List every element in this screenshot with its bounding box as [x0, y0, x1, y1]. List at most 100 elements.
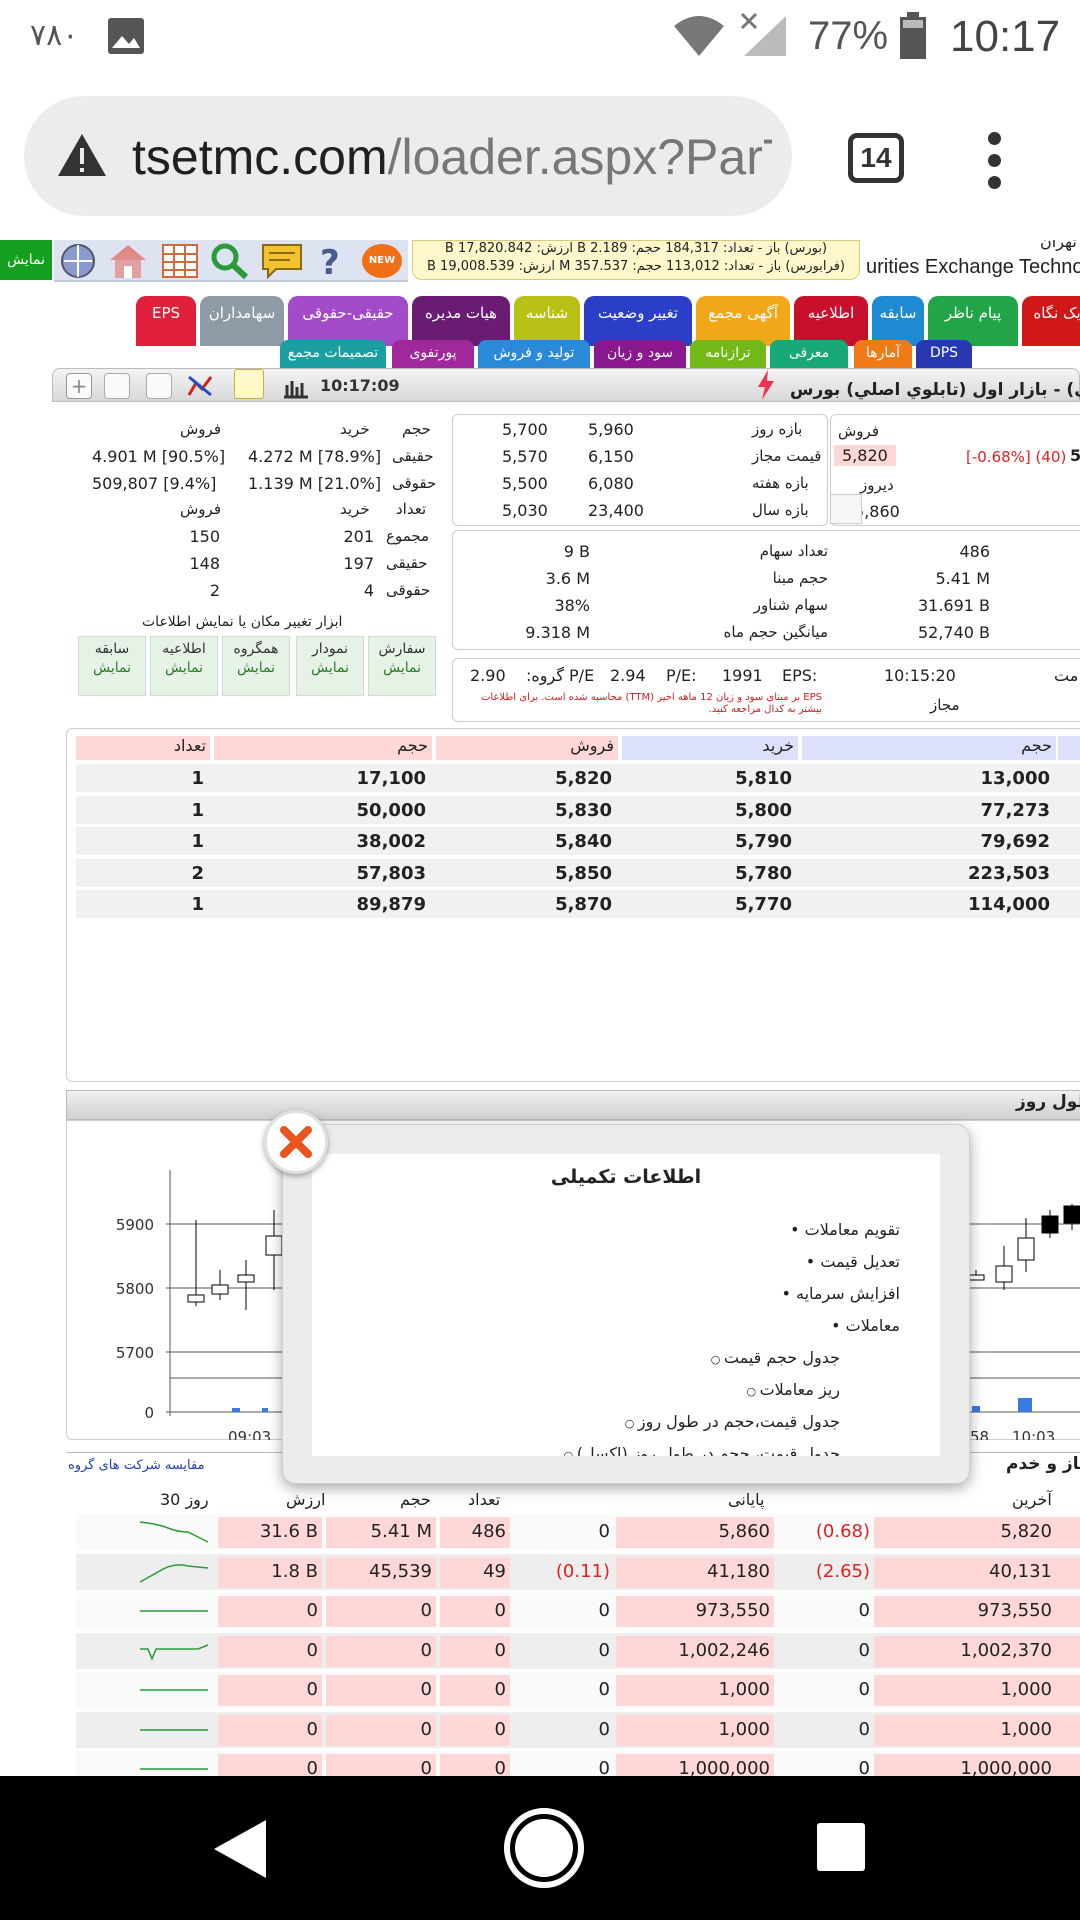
tab-5[interactable]: تغییر وضعیت	[584, 296, 692, 346]
tab-7[interactable]: اطلاعیه	[794, 296, 868, 346]
popup-bullet-item[interactable]: افزایش سرمایه •	[781, 1284, 900, 1303]
group-volume: 0	[420, 1600, 432, 1621]
browser-menu-icon[interactable]	[988, 132, 1002, 198]
tab2-2[interactable]: تولید و فروش	[478, 340, 590, 368]
tab-0[interactable]: EPS	[136, 296, 196, 346]
tool-button-0[interactable]: سفارش نمایش	[368, 636, 436, 696]
tab2-4[interactable]: ترازنامه	[690, 340, 766, 368]
orderbook-cell: 5,830	[555, 799, 612, 821]
update-time: 10:17:09	[320, 376, 400, 395]
lp-hdr-sell: فروش	[180, 420, 222, 438]
table-icon[interactable]	[160, 242, 200, 280]
volume-bar	[1018, 1398, 1032, 1412]
bars-chart-icon[interactable]	[282, 377, 310, 399]
sell-price: 5,820	[834, 445, 896, 466]
tab-2[interactable]: حقیقی-حقوقی	[288, 296, 408, 346]
popup-sub-item[interactable]: جدول حجم قیمت ○	[711, 1348, 840, 1367]
candle-body	[265, 1235, 283, 1256]
orderbook-cell: 5,770	[735, 894, 792, 915]
group-last: 1,000	[1000, 1718, 1052, 1740]
lp-hdr2-sell: فروش	[180, 500, 222, 518]
orderbook-cell: 114,000	[968, 894, 1050, 915]
webpage: نمایش ? NEW (بورس) باز - تعداد: 184,317 …	[0, 240, 1080, 1776]
home-circle-icon[interactable]	[502, 1806, 586, 1890]
adjust-icon[interactable]	[830, 494, 862, 524]
group-row[interactable]: 0 0 0 0 973,550 0 973,550	[76, 1593, 1080, 1629]
group-row[interactable]: 0 0 0 0 1,002,246 0 1,002,370	[76, 1632, 1080, 1669]
new-badge-icon[interactable]: NEW	[362, 244, 402, 278]
orderbook-header: حجم	[214, 736, 432, 760]
title-toolbar-icons: +	[62, 369, 310, 399]
back-icon[interactable]	[210, 1818, 270, 1880]
popup-sub-item[interactable]: ریز معاملات ○	[746, 1380, 840, 1399]
stock-info-right: 31.691 B	[917, 596, 990, 615]
document-icon[interactable]	[234, 369, 264, 399]
recents-icon[interactable]	[816, 1822, 866, 1872]
tool-button-3[interactable]: اطلاعیه نمایش	[150, 636, 218, 696]
tab2-7[interactable]: DPS	[916, 340, 972, 368]
group-row[interactable]: 0 0 0 0 1,000 0 1,000	[76, 1711, 1080, 1748]
search-icon[interactable]	[208, 242, 252, 280]
popup-bullet-item[interactable]: تعدیل قیمت •	[806, 1252, 900, 1271]
group-last-change: 0	[858, 1718, 870, 1740]
tab2-6[interactable]: آمارها	[854, 340, 912, 368]
popup-sub-item[interactable]: جدول قیمت،حجم در طول روز ○	[625, 1412, 840, 1431]
orderbook-cell: 57,803	[356, 862, 426, 884]
group-row[interactable]: 0 0 0 0 1,000,000 0 1,000,000	[76, 1751, 1080, 1776]
tab-6[interactable]: آگهی مجمع	[696, 296, 790, 346]
add-icon[interactable]: +	[66, 373, 92, 399]
x-tick-label: 10:03	[1012, 1428, 1055, 1440]
popup-close-button[interactable]	[264, 1110, 328, 1174]
orderbook-row: 1 17,100 5,820 5,810 13,000	[76, 764, 1080, 795]
orderbook-row: 2 57,803 5,850 5,780 223,503	[76, 858, 1080, 890]
popup-bullet-item[interactable]: تقویم معاملات •	[790, 1220, 900, 1239]
tool-button-1[interactable]: نمودار نمایش	[296, 636, 364, 696]
group-final: 5,860	[718, 1521, 770, 1542]
price-row-high: 6,150	[588, 447, 634, 466]
col-count: تعداد	[468, 1490, 501, 1509]
url-text[interactable]: tsetmc.com/loader.aspx?ParT	[132, 128, 772, 186]
tool-button-4[interactable]: سابقه نمایش	[78, 636, 146, 696]
col-last: آخرین	[1012, 1490, 1052, 1509]
tab-4[interactable]: شناسه	[514, 296, 580, 346]
stock-info-label: تعداد سهام	[759, 542, 828, 560]
lp-row-sell: 509,807 [9.4%]	[92, 474, 217, 493]
tab-10[interactable]: یک نگاه	[1022, 296, 1080, 346]
calculator-icon[interactable]	[104, 373, 130, 399]
stock-info-label: سهام شناور	[753, 596, 828, 614]
lp-row2-buy: 197	[343, 554, 374, 573]
popup-bullet-item[interactable]: معاملات •	[831, 1316, 900, 1335]
orderbook-cell: 5,850	[555, 862, 612, 884]
popup-sub-item[interactable]: جدول قیمت، حجم در طول روز (اکسل) ○	[564, 1444, 840, 1456]
globe-icon[interactable]	[58, 242, 98, 280]
volume-bar	[262, 1408, 268, 1412]
tab-switcher-button[interactable]: 14	[848, 133, 904, 183]
tab2-3[interactable]: سود و زیان	[594, 340, 686, 368]
tab2-1[interactable]: پورتفوی	[392, 340, 474, 368]
chart-tool-icon[interactable]	[186, 373, 214, 399]
group-row[interactable]: 0 0 0 0 1,000 0 1,000	[76, 1672, 1080, 1708]
group-final-change: 0	[598, 1600, 610, 1621]
bullet-dot: •	[790, 1220, 805, 1239]
tab-9[interactable]: پیام ناظر	[928, 296, 1018, 346]
tool-button-2[interactable]: همگروه نمایش	[222, 636, 290, 696]
notes-icon[interactable]	[146, 373, 172, 399]
chat-icon[interactable]	[260, 242, 304, 280]
stock-info-value: 3.6 M	[545, 569, 590, 588]
home-icon[interactable]	[106, 242, 150, 280]
tab2-5[interactable]: معرفی	[770, 340, 848, 368]
group-row[interactable]: 1.8 B 45,539 49 (0.11) 41,180 (2.65) 40,131	[76, 1553, 1080, 1590]
not-secure-warning-icon[interactable]	[56, 132, 108, 178]
group-row[interactable]: 31.6 B 5.41 M 486 0 5,860 (0.68) 5,820	[76, 1514, 1080, 1550]
tab-8[interactable]: سابقه	[872, 296, 924, 346]
candle-body	[1063, 1205, 1080, 1224]
sparkline	[139, 1521, 209, 1543]
show-button[interactable]: نمایش	[0, 240, 52, 280]
tab2-0[interactable]: تصمیمات مجمع	[280, 340, 386, 368]
tab-1[interactable]: سهامداران	[200, 296, 284, 346]
compare-group-link[interactable]: مقایسه شرکت های گروه	[68, 1458, 205, 1473]
pe-label: P/E:	[666, 666, 697, 685]
help-icon[interactable]: ?	[312, 242, 352, 280]
lp-hdr2-buy: خرید	[340, 500, 370, 518]
tab-3[interactable]: هیات مدیره	[412, 296, 510, 346]
